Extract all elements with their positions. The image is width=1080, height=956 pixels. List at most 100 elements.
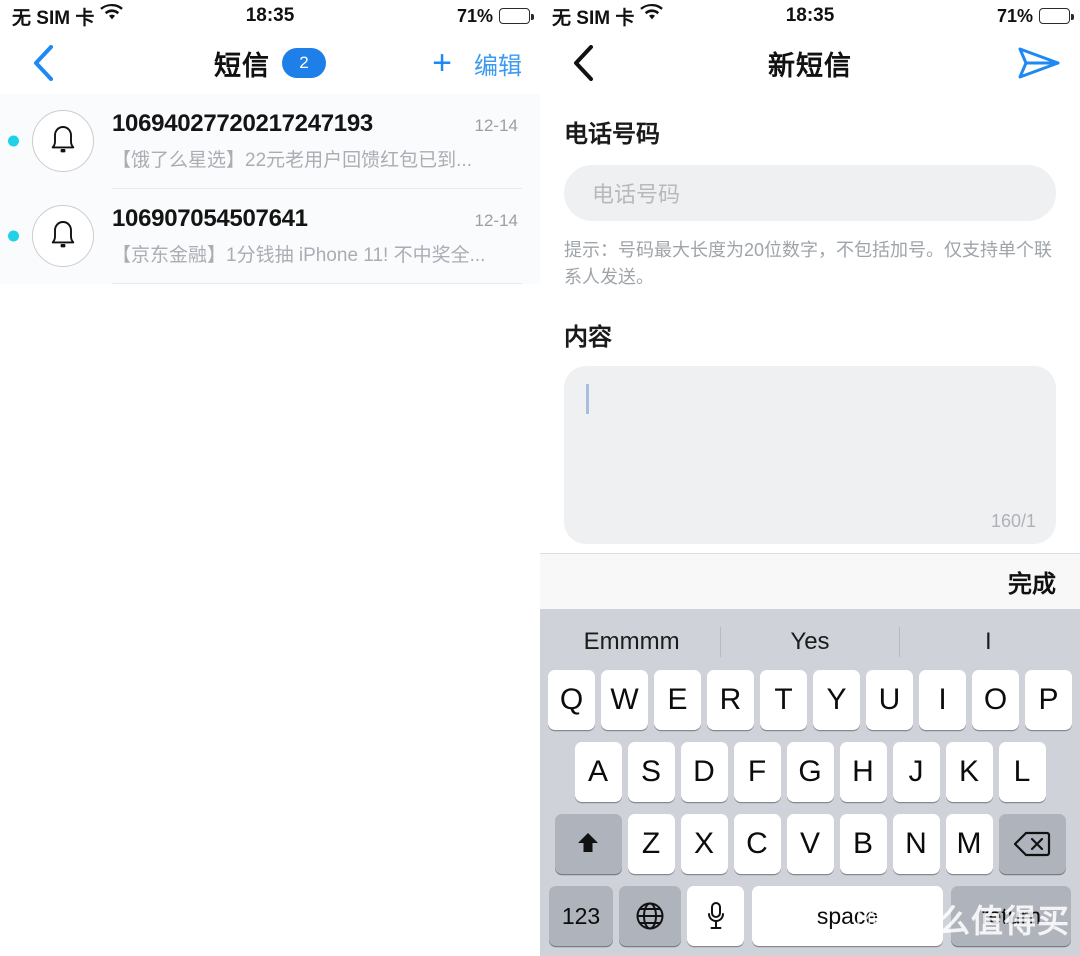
message-list-item-body: 10694027720217247193 12-14 【饿了么星选】22元老用户…	[112, 110, 524, 172]
text-cursor	[586, 384, 589, 414]
message-sender: 10694027720217247193	[112, 110, 373, 137]
character-counter: 160/1	[990, 511, 1036, 531]
message-list-item[interactable]: 10694027720217247193 12-14 【饿了么星选】22元老用户…	[0, 94, 540, 188]
page-title-group: 新短信	[540, 44, 1080, 83]
globe-language-icon	[636, 902, 664, 930]
chevron-left-icon	[34, 45, 53, 81]
message-sender: 106907054507641	[112, 205, 308, 232]
message-list-item[interactable]: 106907054507641 12-14 【京东金融】1分钱抽 iPhone …	[0, 189, 540, 283]
right-status-bar: 无 SIM 卡 18:35 71%	[540, 0, 1080, 32]
chevron-left-icon	[574, 45, 593, 81]
page-title: 新短信	[768, 50, 852, 81]
suggestion-item[interactable]: Yes	[721, 628, 898, 656]
key-l[interactable]: L	[998, 742, 1046, 802]
keyboard-row-2: A S D F G H J K L	[543, 742, 1077, 802]
key-p[interactable]: P	[1025, 670, 1072, 730]
phone-number-input[interactable]: 电话号码	[564, 165, 1056, 221]
avatar	[32, 110, 94, 172]
key-w[interactable]: W	[601, 670, 648, 730]
key-e[interactable]: E	[654, 670, 701, 730]
screen-root: 无 SIM 卡 18:35 71% 短信 2 + 编辑 106940277202…	[0, 0, 1080, 956]
bell-icon	[51, 221, 75, 248]
key-f[interactable]: F	[733, 742, 781, 802]
content-label: 内容	[564, 324, 612, 351]
battery-percent-label: 71%	[996, 5, 1033, 26]
backspace-key[interactable]	[998, 814, 1066, 874]
key-k[interactable]: K	[945, 742, 993, 802]
avatar	[32, 205, 94, 267]
unread-dot	[8, 230, 19, 242]
key-z[interactable]: Z	[627, 814, 675, 874]
keyboard-toolbar: 完成	[540, 553, 1080, 609]
left-status-bar-battery-group: 71%	[456, 5, 534, 27]
content-textarea[interactable]: 160/1	[564, 366, 1056, 544]
unread-count-badge: 2	[282, 48, 326, 78]
message-preview: 【京东金融】1分钱抽 iPhone 11! 不中奖全...	[112, 245, 486, 266]
key-i[interactable]: I	[919, 670, 966, 730]
phone-number-placeholder: 电话号码	[592, 182, 681, 207]
globe-key[interactable]	[619, 886, 681, 946]
left-status-bar: 无 SIM 卡 18:35 71%	[0, 0, 540, 32]
keyboard-row-3: Z X C V B N M	[543, 814, 1077, 874]
key-x[interactable]: X	[680, 814, 728, 874]
numbers-key[interactable]: 123	[549, 886, 613, 946]
key-h[interactable]: H	[839, 742, 887, 802]
key-c[interactable]: C	[733, 814, 781, 874]
compose-form: 电话号码 电话号码 提示：号码最大长度为20位数字，不包括加号。仅支持单个联系人…	[540, 94, 1080, 544]
message-date: 12-14	[474, 211, 518, 230]
key-a[interactable]: A	[574, 742, 622, 802]
keyboard-done-button[interactable]: 完成	[1008, 564, 1056, 599]
key-q[interactable]: Q	[548, 670, 595, 730]
key-u[interactable]: U	[866, 670, 913, 730]
key-v[interactable]: V	[786, 814, 834, 874]
right-status-bar-battery-group: 71%	[996, 5, 1074, 27]
left-nav-bar: 短信 2 + 编辑	[0, 32, 540, 94]
return-key[interactable]: return	[951, 886, 1071, 946]
phone-number-label: 电话号码	[564, 121, 660, 148]
shift-key[interactable]	[554, 814, 622, 874]
message-preview: 【饿了么星选】22元老用户回馈红包已到...	[112, 150, 472, 171]
message-header-row: 106907054507641 12-14	[112, 205, 518, 233]
message-date: 12-14	[474, 116, 518, 135]
key-m[interactable]: M	[945, 814, 993, 874]
key-g[interactable]: G	[786, 742, 834, 802]
back-button[interactable]	[26, 45, 60, 81]
backspace-delete-icon	[1013, 831, 1051, 857]
battery-percent-label: 71%	[456, 5, 493, 26]
shift-up-arrow-icon	[578, 833, 598, 852]
space-key[interactable]: space	[752, 886, 943, 946]
key-o[interactable]: O	[972, 670, 1019, 730]
virtual-keyboard: 完成 Emmmm Yes I Q W E R T Y U I O P A S D…	[540, 553, 1080, 956]
left-pane-message-list-screen: 无 SIM 卡 18:35 71% 短信 2 + 编辑 106940277202…	[0, 0, 540, 956]
dictation-key[interactable]	[687, 886, 744, 946]
key-s[interactable]: S	[627, 742, 675, 802]
suggestion-item[interactable]: Emmmm	[543, 628, 720, 656]
key-b[interactable]: B	[839, 814, 887, 874]
list-divider	[112, 283, 522, 284]
keyboard-row-4: 123 space return	[543, 886, 1077, 946]
key-d[interactable]: D	[680, 742, 728, 802]
edit-button[interactable]: 编辑	[474, 46, 522, 81]
right-nav-bar: 新短信	[540, 32, 1080, 94]
message-list-item-body: 106907054507641 12-14 【京东金融】1分钱抽 iPhone …	[112, 205, 524, 267]
key-r[interactable]: R	[707, 670, 754, 730]
key-y[interactable]: Y	[813, 670, 860, 730]
keyboard-row-1: Q W E R T Y U I O P	[543, 670, 1077, 730]
key-j[interactable]: J	[892, 742, 940, 802]
message-list: 10694027720217247193 12-14 【饿了么星选】22元老用户…	[0, 94, 540, 284]
add-message-button[interactable]: +	[432, 46, 452, 80]
send-button[interactable]	[1016, 43, 1062, 83]
suggestion-item[interactable]: I	[900, 628, 1077, 656]
right-nav-actions	[1016, 43, 1062, 83]
keyboard-body: Emmmm Yes I Q W E R T Y U I O P A S D F …	[540, 609, 1080, 956]
back-button[interactable]	[566, 45, 600, 81]
bell-icon	[51, 126, 75, 153]
left-nav-actions: + 编辑	[432, 46, 522, 81]
microphone-icon	[707, 902, 724, 929]
battery-icon	[499, 8, 534, 24]
phone-number-hint: 提示：号码最大长度为20位数字，不包括加号。仅支持单个联系人发送。	[564, 240, 1053, 287]
key-n[interactable]: N	[892, 814, 940, 874]
unread-dot	[8, 135, 19, 147]
send-paper-plane-icon	[1018, 47, 1060, 79]
key-t[interactable]: T	[760, 670, 807, 730]
